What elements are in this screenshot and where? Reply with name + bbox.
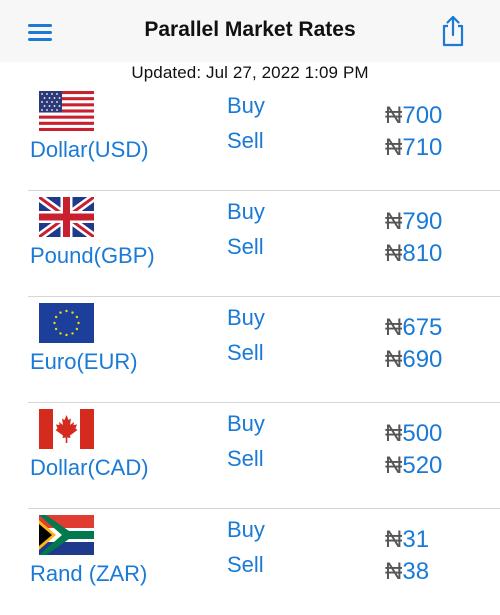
buy-value: 790: [402, 208, 443, 235]
buy-price: ₦500: [385, 420, 442, 448]
currency-name: Euro(EUR): [30, 349, 138, 374]
buy-label: Buy: [227, 411, 265, 436]
sell-label: Sell: [227, 446, 264, 471]
naira-symbol: ₦: [385, 134, 403, 161]
buy-value: 700: [402, 102, 443, 129]
naira-symbol: ₦: [385, 314, 403, 341]
currency-name: Pound(GBP): [30, 243, 155, 268]
navigation-bar: Parallel Market Rates: [0, 0, 500, 62]
sell-value: 520: [402, 452, 443, 479]
sell-price: ₦690: [385, 346, 442, 374]
updated-timestamp: Updated: Jul 27, 2022 1:09 PM: [131, 63, 369, 82]
buy-price: ₦790: [385, 208, 442, 236]
buy-label: Buy: [227, 517, 265, 542]
currency-name: Dollar(USD): [30, 137, 149, 162]
currency-name: Rand (ZAR): [30, 561, 148, 586]
naira-symbol: ₦: [385, 420, 403, 447]
page-title: Parallel Market Rates: [144, 18, 356, 41]
buy-label: Buy: [227, 199, 265, 224]
sell-price: ₦520: [385, 452, 442, 480]
uk-flag-icon: [39, 197, 94, 237]
naira-symbol: ₦: [385, 452, 403, 479]
buy-value: 675: [402, 314, 443, 341]
sell-label: Sell: [227, 128, 264, 153]
buy-label: Buy: [227, 93, 265, 118]
rate-row-eur[interactable]: Euro(EUR) Buy Sell ₦675 ₦690: [0, 297, 500, 403]
rate-row-zar[interactable]: Rand (ZAR) Buy Sell ₦31 ₦38: [0, 509, 500, 615]
sell-label: Sell: [227, 234, 264, 259]
buy-value: 500: [402, 420, 443, 447]
us-flag-icon: [39, 91, 94, 131]
south-africa-flag-icon: [39, 515, 94, 555]
naira-symbol: ₦: [385, 102, 403, 129]
sell-price: ₦810: [385, 240, 442, 268]
buy-price: ₦31: [385, 526, 429, 554]
sell-label: Sell: [227, 340, 264, 365]
naira-symbol: ₦: [385, 208, 403, 235]
sell-price: ₦38: [385, 558, 429, 586]
rate-row-gbp[interactable]: Pound(GBP) Buy Sell ₦790 ₦810: [0, 191, 500, 297]
sell-price: ₦710: [385, 134, 442, 162]
sell-value: 710: [402, 134, 443, 161]
sell-label: Sell: [227, 552, 264, 577]
buy-price: ₦675: [385, 314, 442, 342]
buy-price: ₦700: [385, 102, 442, 130]
sell-value: 38: [402, 558, 430, 585]
canada-flag-icon: [39, 409, 94, 449]
rate-row-usd[interactable]: Dollar(USD) Buy Sell ₦700 ₦710: [0, 85, 500, 191]
share-icon[interactable]: [437, 14, 469, 48]
currency-name: Dollar(CAD): [30, 455, 149, 480]
sell-value: 690: [402, 346, 443, 373]
buy-value: 31: [402, 526, 430, 553]
naira-symbol: ₦: [385, 240, 403, 267]
eu-flag-icon: [39, 303, 94, 343]
buy-label: Buy: [227, 305, 265, 330]
naira-symbol: ₦: [385, 346, 403, 373]
naira-symbol: ₦: [385, 526, 403, 553]
naira-symbol: ₦: [385, 558, 403, 585]
rate-row-cad[interactable]: Dollar(CAD) Buy Sell ₦500 ₦520: [0, 403, 500, 509]
sell-value: 810: [402, 240, 443, 267]
